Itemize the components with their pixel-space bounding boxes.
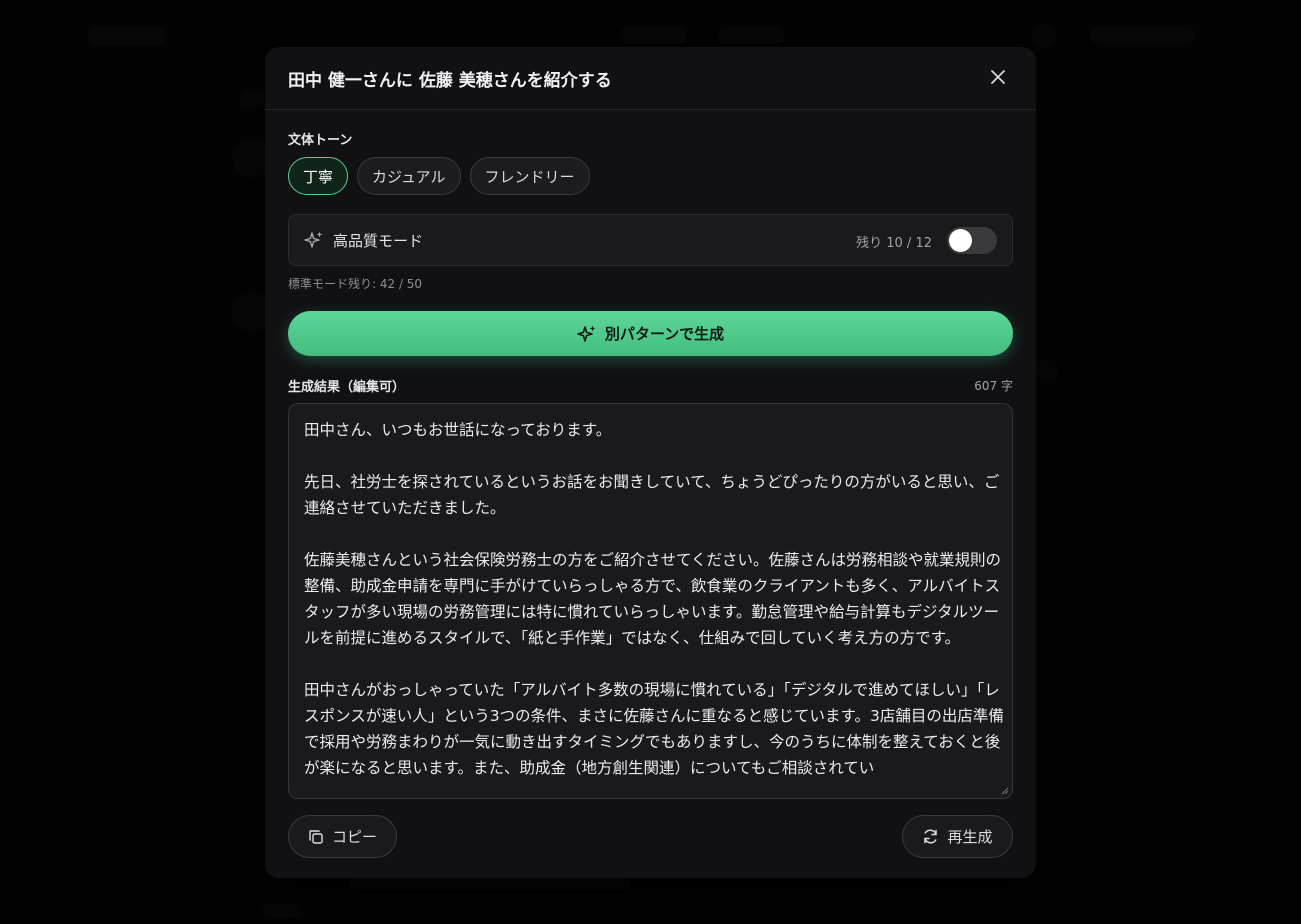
high-quality-remaining: 残り 10 / 12 (856, 236, 932, 251)
tone-options: 丁寧 カジュアル フレンドリー (288, 157, 590, 195)
toggle-knob (949, 229, 972, 252)
tone-label: 文体トーン (288, 133, 353, 148)
regenerate-button[interactable]: 再生成 (902, 815, 1013, 858)
modal-header: 田中 健一さんに 佐藤 美穂さんを紹介する (265, 47, 1036, 110)
intro-modal: 田中 健一さんに 佐藤 美穂さんを紹介する 文体トーン 丁寧 カジュアル フレン… (265, 47, 1036, 878)
high-quality-mode-row: 高品質モード 残り 10 / 12 (288, 214, 1013, 266)
tone-option-casual[interactable]: カジュアル (357, 157, 461, 195)
tone-option-polite[interactable]: 丁寧 (288, 157, 349, 195)
copy-button[interactable]: コピー (288, 815, 397, 858)
generate-alternative-button[interactable]: 別パターンで生成 (288, 311, 1013, 356)
result-text[interactable]: 田中さん、いつもお世話になっております。 先日、社労士を探されているというお話を… (304, 417, 1004, 781)
close-icon (991, 70, 1005, 84)
result-label: 生成結果（編集可） (288, 380, 406, 395)
refresh-icon (924, 829, 938, 844)
standard-mode-remaining: 標準モード残り: 42 / 50 (288, 277, 423, 291)
modal-title: 田中 健一さんに 佐藤 美穂さんを紹介する (288, 71, 612, 91)
copy-button-label: コピー (331, 828, 377, 846)
high-quality-toggle[interactable] (947, 227, 997, 254)
tone-option-friendly[interactable]: フレンドリー (469, 157, 590, 195)
result-textarea[interactable]: 田中さん、いつもお世話になっております。 先日、社労士を探されているというお話を… (288, 403, 1013, 799)
char-count: 607 字 (974, 379, 1013, 393)
generate-button-label: 別パターンで生成 (604, 325, 725, 343)
close-button[interactable] (986, 65, 1010, 89)
high-quality-mode-label: 高品質モード (333, 232, 424, 250)
sparkles-icon (304, 231, 323, 248)
sparkles-icon (577, 325, 596, 342)
copy-icon (309, 829, 323, 844)
regenerate-button-label: 再生成 (947, 828, 993, 846)
resize-handle-icon[interactable] (999, 785, 1009, 795)
